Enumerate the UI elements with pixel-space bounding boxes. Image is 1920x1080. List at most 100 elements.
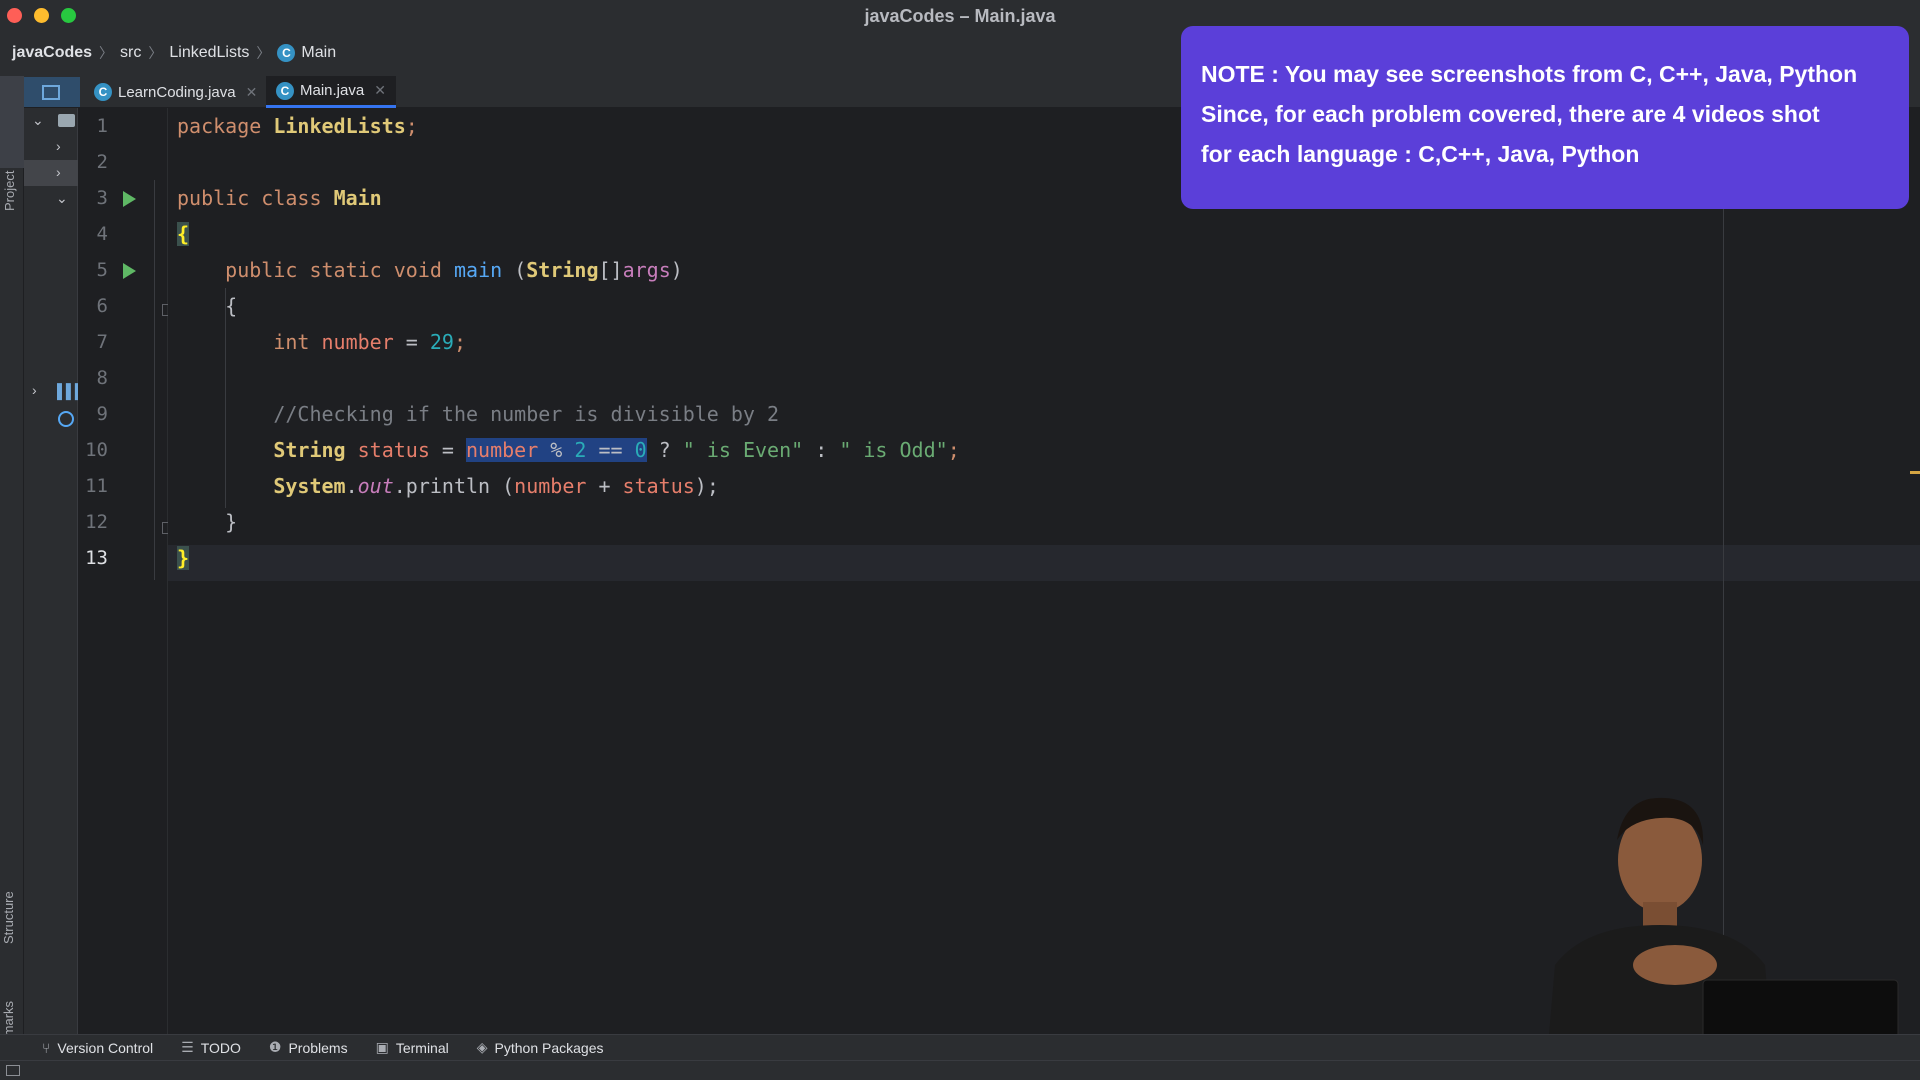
line-number: 11 bbox=[85, 475, 108, 497]
tree-row[interactable]: ⌄ bbox=[24, 186, 78, 212]
token: . bbox=[345, 474, 358, 498]
token: = bbox=[393, 330, 430, 354]
line-number: 10 bbox=[85, 439, 108, 461]
code-line-6: { bbox=[177, 288, 237, 324]
token: ; bbox=[453, 330, 467, 354]
java-class-icon: C bbox=[277, 44, 296, 62]
line-number: 6 bbox=[96, 295, 108, 317]
token: [] bbox=[598, 258, 623, 282]
project-view-toggle[interactable] bbox=[24, 77, 80, 107]
code-line-5: public static void main (String[]args) bbox=[177, 252, 683, 288]
token: { bbox=[225, 294, 238, 318]
breadcrumb-project[interactable]: javaCodes bbox=[12, 44, 92, 62]
close-icon[interactable]: ✕ bbox=[246, 84, 258, 101]
tool-label: Python Packages bbox=[494, 1039, 604, 1056]
chevron-right-icon: 〉 bbox=[148, 45, 163, 61]
tool-label: TODO bbox=[200, 1039, 241, 1056]
matched-brace: { bbox=[177, 222, 190, 246]
todo-button[interactable]: ☰ TODO bbox=[181, 1039, 241, 1056]
python-packages-button[interactable]: ◈ Python Packages bbox=[477, 1039, 604, 1056]
project-tool-button[interactable] bbox=[0, 76, 24, 168]
presenter-hand bbox=[1633, 945, 1717, 985]
selected-expression: number % 2 == 0 bbox=[466, 438, 647, 462]
chevron-right-icon[interactable]: › bbox=[56, 164, 61, 180]
terminal-icon: ▣ bbox=[375, 1039, 389, 1055]
tree-row-selected[interactable]: › bbox=[24, 160, 78, 186]
matched-brace: } bbox=[177, 546, 190, 570]
structure-tool-label[interactable]: Structure bbox=[1, 891, 16, 944]
code-line-9: //Checking if the number is divisible by… bbox=[177, 396, 779, 432]
note-line: for each language : C,C++, Java, Python bbox=[1201, 141, 1640, 167]
breadcrumb-package[interactable]: LinkedLists bbox=[169, 44, 249, 62]
token: String bbox=[526, 258, 599, 282]
toggle-tool-windows-icon[interactable] bbox=[6, 1065, 20, 1076]
line-number: 1 bbox=[96, 115, 108, 137]
note-banner: NOTE : You may see screenshots from C, C… bbox=[1181, 26, 1909, 209]
project-tool-label[interactable]: Project bbox=[2, 171, 17, 211]
token: status bbox=[357, 438, 430, 462]
tool-label: Terminal bbox=[395, 1039, 449, 1056]
token: String bbox=[273, 438, 346, 462]
chevron-right-icon: 〉 bbox=[256, 45, 271, 61]
token: args bbox=[622, 258, 671, 282]
note-line: NOTE : You may see screenshots from C, C… bbox=[1201, 61, 1858, 87]
scratches-icon bbox=[58, 411, 74, 427]
warning-stripe-marker[interactable] bbox=[1910, 471, 1920, 474]
chevron-right-icon: 〉 bbox=[99, 45, 114, 61]
java-class-icon: C bbox=[94, 83, 112, 101]
chevron-right-icon[interactable]: › bbox=[56, 138, 61, 154]
token: static bbox=[309, 258, 382, 282]
token: + bbox=[586, 474, 623, 498]
token: == bbox=[586, 438, 635, 462]
line-number: 5 bbox=[96, 259, 108, 281]
token: number bbox=[514, 474, 587, 498]
line-number: 4 bbox=[96, 223, 108, 245]
folder-icon bbox=[58, 114, 75, 127]
token: = bbox=[429, 438, 466, 462]
layers-icon: ◈ bbox=[476, 1039, 488, 1055]
token: number bbox=[321, 330, 394, 354]
tree-row-scratches[interactable] bbox=[24, 406, 78, 432]
token: Main bbox=[333, 186, 382, 210]
chevron-down-icon[interactable]: ⌄ bbox=[56, 190, 68, 207]
run-main-icon[interactable] bbox=[123, 263, 136, 279]
token: 29 bbox=[429, 330, 454, 354]
token: ; bbox=[405, 114, 418, 138]
token: " is Even" bbox=[682, 438, 804, 462]
token: public bbox=[225, 258, 298, 282]
breadcrumb-class[interactable]: Main bbox=[301, 44, 336, 62]
terminal-button[interactable]: ▣ Terminal bbox=[376, 1039, 449, 1056]
code-line-1: package LinkedLists; bbox=[177, 108, 418, 144]
token: ? bbox=[646, 438, 683, 462]
line-number-current: 13 bbox=[85, 547, 108, 569]
close-icon[interactable]: ✕ bbox=[374, 82, 386, 99]
code-comment: //Checking if the number is divisible by… bbox=[273, 402, 780, 426]
tab-label: Main.java bbox=[300, 82, 365, 99]
line-number: 3 bbox=[96, 187, 108, 209]
problems-button[interactable]: ❶ Problems bbox=[269, 1039, 348, 1056]
left-tool-stripe: Project Structure Bookmarks bbox=[0, 76, 24, 1066]
code-line-3: public class Main bbox=[177, 180, 382, 216]
code-line-4: { bbox=[177, 216, 190, 252]
version-control-button[interactable]: ⑂ Version Control bbox=[42, 1040, 153, 1056]
token: % bbox=[538, 438, 575, 462]
tree-row[interactable]: ⌄ bbox=[24, 108, 78, 134]
list-icon: ☰ bbox=[181, 1039, 194, 1055]
token: 0 bbox=[634, 438, 647, 462]
info-icon: ❶ bbox=[268, 1039, 282, 1055]
indent-guide bbox=[154, 180, 155, 580]
run-class-icon[interactable] bbox=[123, 191, 136, 207]
line-number: 12 bbox=[85, 511, 108, 533]
tab-learncoding-java[interactable]: C LearnCoding.java ✕ bbox=[84, 76, 267, 108]
breadcrumb-src[interactable]: src bbox=[120, 44, 141, 62]
chevron-right-icon[interactable]: › bbox=[32, 382, 37, 398]
token: ) bbox=[670, 258, 683, 282]
token: 2 bbox=[574, 438, 587, 462]
token: void bbox=[393, 258, 442, 282]
tree-row[interactable]: › bbox=[24, 134, 78, 160]
tree-row-external-libraries[interactable]: › ▌▌▌ bbox=[24, 378, 85, 404]
tab-main-java[interactable]: C Main.java ✕ bbox=[266, 76, 396, 108]
token: main bbox=[453, 258, 503, 282]
chevron-down-icon[interactable]: ⌄ bbox=[32, 112, 44, 129]
note-line: Since, for each problem covered, there a… bbox=[1201, 101, 1820, 127]
